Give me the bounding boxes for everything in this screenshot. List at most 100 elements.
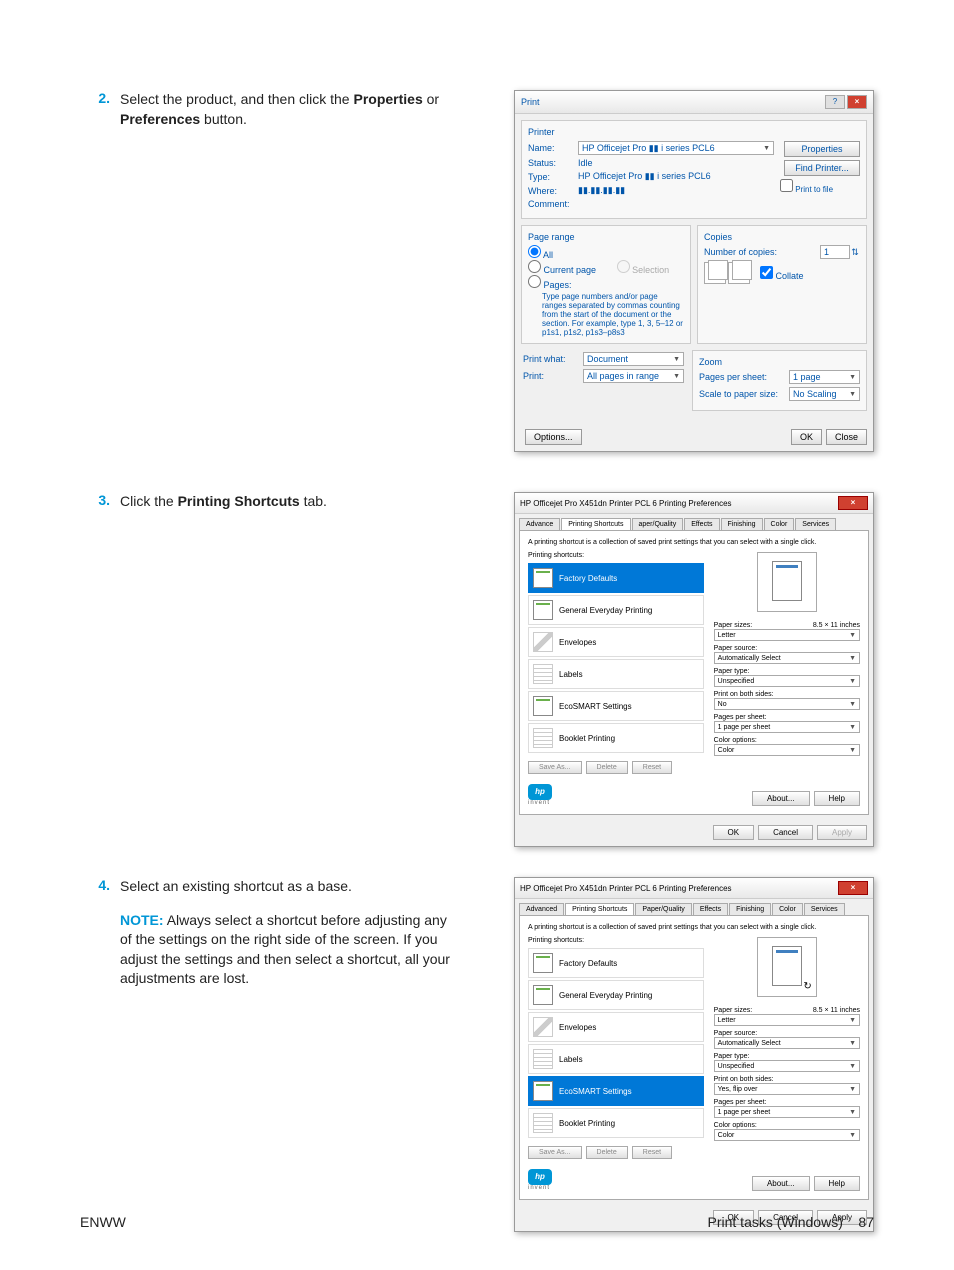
shortcut-everyday[interactable]: General Everyday Printing	[528, 595, 704, 625]
tab-advanced[interactable]: Advance	[519, 518, 560, 530]
pages-help-text: Type page numbers and/or page ranges sep…	[542, 292, 684, 337]
print-select[interactable]: All pages in range▼	[583, 369, 684, 383]
tab-shortcuts[interactable]: Printing Shortcuts	[565, 903, 634, 915]
shortcuts-label: Printing shortcuts:	[528, 937, 704, 944]
both-sides-select[interactable]: Yes, flip over▼	[714, 1083, 860, 1095]
tab-shortcuts[interactable]: Printing Shortcuts	[561, 518, 630, 530]
paper-sizes-label: Paper sizes:	[714, 622, 753, 629]
print-label: Print:	[523, 371, 583, 381]
zoom-header: Zoom	[699, 357, 860, 367]
shortcut-factory-defaults[interactable]: Factory Defaults	[528, 563, 704, 593]
shortcut-labels[interactable]: Labels	[528, 659, 704, 689]
collate-checkbox[interactable]: Collate	[760, 266, 804, 281]
close-icon[interactable]: ×	[838, 881, 868, 895]
pps-select[interactable]: 1 page per sheet▼	[714, 1106, 860, 1118]
help-icon[interactable]: ?	[825, 95, 845, 109]
selection-radio[interactable]: Selection	[617, 265, 670, 275]
pps-select[interactable]: 1 page per sheet▼	[714, 721, 860, 733]
scale-select[interactable]: No Scaling▼	[789, 387, 860, 401]
shortcut-factory-defaults[interactable]: Factory Defaults	[528, 948, 704, 978]
close-button[interactable]: Close	[826, 429, 867, 445]
tab-finishing[interactable]: Finishing	[729, 903, 771, 915]
all-radio[interactable]: All	[528, 250, 553, 260]
envelope-icon	[533, 1017, 553, 1037]
paper-type-select[interactable]: Unspecified▼	[714, 1060, 860, 1072]
tab-services[interactable]: Services	[804, 903, 845, 915]
current-page-radio[interactable]: Current page	[528, 265, 596, 275]
reset-button[interactable]: Reset	[632, 1146, 672, 1159]
page-range-header: Page range	[528, 232, 684, 242]
shortcut-envelopes[interactable]: Envelopes	[528, 627, 704, 657]
printer-select[interactable]: HP Officejet Pro ▮▮ i series PCL6▼	[578, 141, 774, 155]
both-sides-select[interactable]: No▼	[714, 698, 860, 710]
preferences-dialog: HP Officejet Pro X451dn Printer PCL 6 Pr…	[514, 877, 874, 1232]
tab-color[interactable]: Color	[764, 518, 795, 530]
document-icon	[533, 953, 553, 973]
tab-services[interactable]: Services	[795, 518, 836, 530]
status-value: Idle	[578, 158, 593, 168]
paper-source-select[interactable]: Automatically Select▼	[714, 1037, 860, 1049]
tab-effects[interactable]: Effects	[684, 518, 719, 530]
tab-paper[interactable]: Paper/Quality	[635, 903, 691, 915]
print-dialog: Print ? × Printer Name: HP Officejet Pr	[514, 90, 874, 452]
options-button[interactable]: Options...	[525, 429, 582, 445]
tab-paper[interactable]: aper/Quality	[632, 518, 684, 530]
where-label: Where:	[528, 186, 578, 196]
close-icon[interactable]: ×	[838, 496, 868, 510]
shortcuts-description: A printing shortcut is a collection of s…	[528, 539, 860, 546]
page-preview: ↻	[757, 937, 817, 997]
labels-icon	[533, 664, 553, 684]
invent-text: invent	[528, 800, 552, 806]
save-as-button[interactable]: Save As...	[528, 1146, 582, 1159]
pps-label: Pages per sheet:	[699, 372, 789, 382]
close-icon[interactable]: ×	[847, 95, 867, 109]
tab-finishing[interactable]: Finishing	[721, 518, 763, 530]
delete-button[interactable]: Delete	[586, 1146, 628, 1159]
copies-input[interactable]: 1	[820, 245, 850, 259]
collate-icon	[704, 262, 726, 284]
find-printer-button[interactable]: Find Printer...	[784, 160, 860, 176]
step-text: Click the Printing Shortcuts tab.	[120, 492, 460, 512]
delete-button[interactable]: Delete	[586, 761, 628, 774]
tab-color[interactable]: Color	[772, 903, 803, 915]
shortcut-booklet[interactable]: Booklet Printing	[528, 723, 704, 753]
paper-sizes-select[interactable]: Letter▼	[714, 629, 860, 641]
cancel-button[interactable]: Cancel	[758, 825, 813, 840]
print-what-select[interactable]: Document▼	[583, 352, 684, 366]
save-as-button[interactable]: Save As...	[528, 761, 582, 774]
document-icon	[533, 600, 553, 620]
pages-radio[interactable]: Pages:	[528, 280, 572, 290]
help-button[interactable]: Help	[814, 791, 860, 806]
tab-effects[interactable]: Effects	[693, 903, 728, 915]
shortcut-envelopes[interactable]: Envelopes	[528, 1012, 704, 1042]
shortcut-booklet[interactable]: Booklet Printing	[528, 1108, 704, 1138]
apply-button[interactable]: Apply	[817, 825, 867, 840]
print-to-file-checkbox[interactable]: Print to file	[780, 179, 860, 194]
paper-source-label: Paper source:	[714, 645, 860, 652]
about-button[interactable]: About...	[752, 1176, 810, 1191]
pps-select[interactable]: 1 page▼	[789, 370, 860, 384]
color-label: Color options:	[714, 737, 860, 744]
ok-button[interactable]: OK	[791, 429, 822, 445]
color-select[interactable]: Color▼	[714, 1129, 860, 1141]
shortcut-ecosmart[interactable]: EcoSMART Settings	[528, 691, 704, 721]
dialog-title: HP Officejet Pro X451dn Printer PCL 6 Pr…	[520, 884, 732, 893]
ok-button[interactable]: OK	[713, 825, 755, 840]
both-sides-label: Print on both sides:	[714, 691, 860, 698]
properties-button[interactable]: Properties	[784, 141, 860, 157]
help-button[interactable]: Help	[814, 1176, 860, 1191]
step-number: 3.	[80, 492, 120, 508]
shortcut-ecosmart[interactable]: EcoSMART Settings	[528, 1076, 704, 1106]
paper-type-select[interactable]: Unspecified▼	[714, 675, 860, 687]
paper-source-select[interactable]: Automatically Select▼	[714, 652, 860, 664]
shortcut-labels[interactable]: Labels	[528, 1044, 704, 1074]
color-select[interactable]: Color▼	[714, 744, 860, 756]
pps-label: Pages per sheet:	[714, 1099, 860, 1106]
reset-button[interactable]: Reset	[632, 761, 672, 774]
about-button[interactable]: About...	[752, 791, 810, 806]
shortcut-everyday[interactable]: General Everyday Printing	[528, 980, 704, 1010]
paper-sizes-label: Paper sizes:	[714, 1007, 753, 1014]
paper-sizes-select[interactable]: Letter▼	[714, 1014, 860, 1026]
hp-logo-icon: hp	[528, 1169, 552, 1185]
tab-advanced[interactable]: Advanced	[519, 903, 564, 915]
